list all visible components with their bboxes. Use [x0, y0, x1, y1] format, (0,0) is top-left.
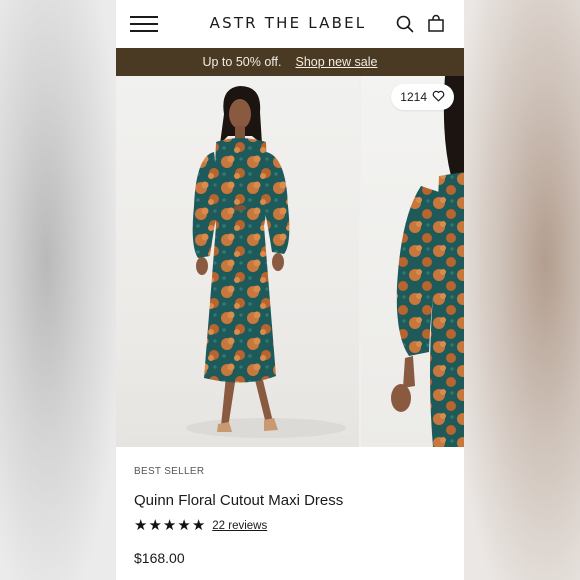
site-header: ASTR THE LABEL — [116, 0, 464, 48]
model-dress-illustration — [186, 86, 346, 438]
promo-banner: Up to 50% off. Shop new sale — [116, 48, 464, 76]
rating-stars: ★ ★ ★ ★ ★ — [134, 518, 206, 534]
shop-sale-link[interactable]: Shop new sale — [295, 55, 377, 69]
product-details: BEST SELLER Quinn Floral Cutout Maxi Dre… — [116, 447, 464, 580]
product-title: Quinn Floral Cutout Maxi Dress — [134, 492, 344, 509]
likes-count: 1214 — [400, 90, 427, 104]
shopping-bag-icon[interactable] — [426, 14, 446, 34]
product-image-carousel[interactable]: 1214 — [116, 76, 464, 447]
reviews-link[interactable]: 22 reviews — [212, 520, 267, 532]
star-icon: ★ — [134, 517, 148, 534]
brand-logo[interactable]: ASTR THE LABEL — [188, 14, 388, 32]
star-icon: ★ — [162, 517, 177, 534]
background-blur-right — [464, 0, 580, 580]
star-icon: ★ — [148, 517, 162, 534]
background-blur-left — [0, 0, 116, 580]
product-image-main[interactable] — [116, 76, 359, 447]
search-icon[interactable] — [395, 14, 415, 34]
model-side-illustration — [391, 76, 464, 447]
wishlist-count-button[interactable]: 1214 — [391, 84, 454, 110]
star-icon: ★ — [177, 517, 191, 534]
product-image-next[interactable] — [361, 76, 464, 447]
product-price: $168.00 — [134, 550, 185, 566]
heart-icon — [432, 90, 445, 105]
best-seller-badge: BEST SELLER — [134, 466, 205, 477]
hamburger-menu-icon[interactable] — [130, 15, 158, 33]
star-icon: ★ — [191, 517, 206, 534]
mobile-page: ASTR THE LABEL Up to 50% off. Shop new sa… — [116, 0, 464, 580]
promo-text: Up to 50% off. — [202, 55, 282, 69]
product-rating[interactable]: ★ ★ ★ ★ ★ 22 reviews — [134, 518, 267, 534]
